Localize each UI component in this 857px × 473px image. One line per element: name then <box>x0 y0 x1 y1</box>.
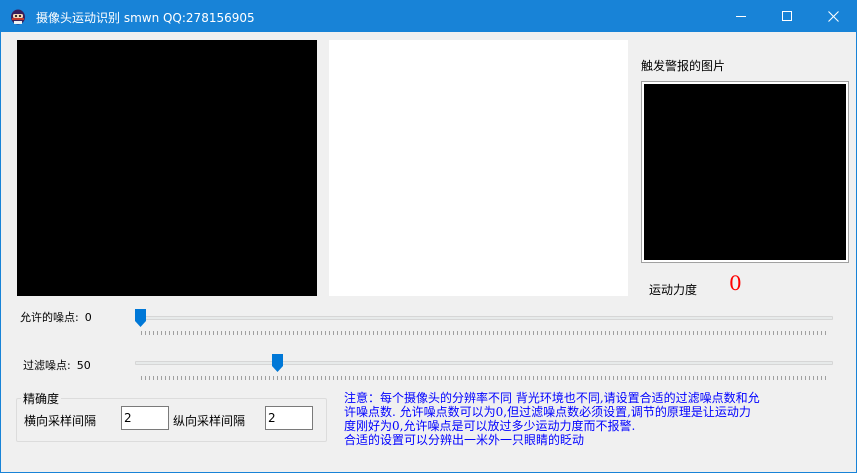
filter-noise-slider[interactable] <box>135 354 833 380</box>
allowed-noise-label: 允许的噪点: 0 <box>20 309 92 325</box>
motion-force-label: 运动力度 <box>649 283 698 297</box>
note-line: 合适的设置可以分辨出一米外一只眼睛的眨动 <box>344 433 585 447</box>
note-line: 度刚好为0,允许噪点是可以放过多少运动力度而不报警. <box>344 419 636 433</box>
slider-ticks <box>141 331 829 335</box>
app-window: 摄像头运动识别 smwn QQ:278156905 触发警报的图片 运动力度 0 <box>0 0 857 473</box>
alarm-image-frame <box>641 81 849 263</box>
note-line: 许噪点数. 允许噪点数可以为0,但过滤噪点数必须设置,调节的原理是让运动力 <box>344 405 751 419</box>
usage-note: 注意：每个摄像头的分辨率不同 背光环境也不同,请设置合适的过滤噪点数和允 许噪点… <box>344 391 834 447</box>
title-bar[interactable]: 摄像头运动识别 smwn QQ:278156905 <box>1 1 856 32</box>
minimize-button[interactable] <box>718 1 764 32</box>
close-button[interactable] <box>810 1 856 32</box>
camera-preview <box>17 40 317 296</box>
alarm-image <box>644 84 846 260</box>
maximize-icon <box>781 11 792 21</box>
maximize-button[interactable] <box>764 1 810 32</box>
allowed-noise-value: 0 <box>84 311 92 324</box>
slider-track <box>135 316 833 320</box>
motion-preview <box>329 40 628 296</box>
motion-force-value: 0 <box>729 271 742 295</box>
ninja-app-icon <box>11 9 25 25</box>
allowed-noise-label-text: 允许的噪点: <box>20 311 79 324</box>
vertical-sampling-label: 纵向采样间隔 <box>173 414 246 428</box>
horizontal-sampling-input[interactable] <box>121 406 169 430</box>
slider-ticks <box>141 376 829 380</box>
note-line: 注意：每个摄像头的分辨率不同 背光环境也不同,请设置合适的过滤噪点数和允 <box>344 391 760 405</box>
minimize-icon <box>735 16 746 17</box>
vertical-sampling-input[interactable] <box>265 406 313 430</box>
slider-thumb[interactable] <box>135 309 146 327</box>
filter-noise-label-text: 过滤噪点: <box>23 359 71 372</box>
client-area: 触发警报的图片 运动力度 0 允许的噪点: 0 过滤噪点: 50 精确度 横向采… <box>1 32 856 472</box>
precision-title: 精确度 <box>21 390 62 407</box>
filter-noise-label: 过滤噪点: 50 <box>23 357 91 373</box>
slider-track <box>135 361 833 365</box>
slider-thumb[interactable] <box>272 354 283 372</box>
filter-noise-value: 50 <box>76 359 91 372</box>
close-icon <box>827 11 839 22</box>
horizontal-sampling-label: 横向采样间隔 <box>24 414 97 428</box>
allowed-noise-slider[interactable] <box>135 309 833 335</box>
alarm-image-label: 触发警报的图片 <box>641 59 726 73</box>
window-title: 摄像头运动识别 smwn QQ:278156905 <box>36 11 255 25</box>
